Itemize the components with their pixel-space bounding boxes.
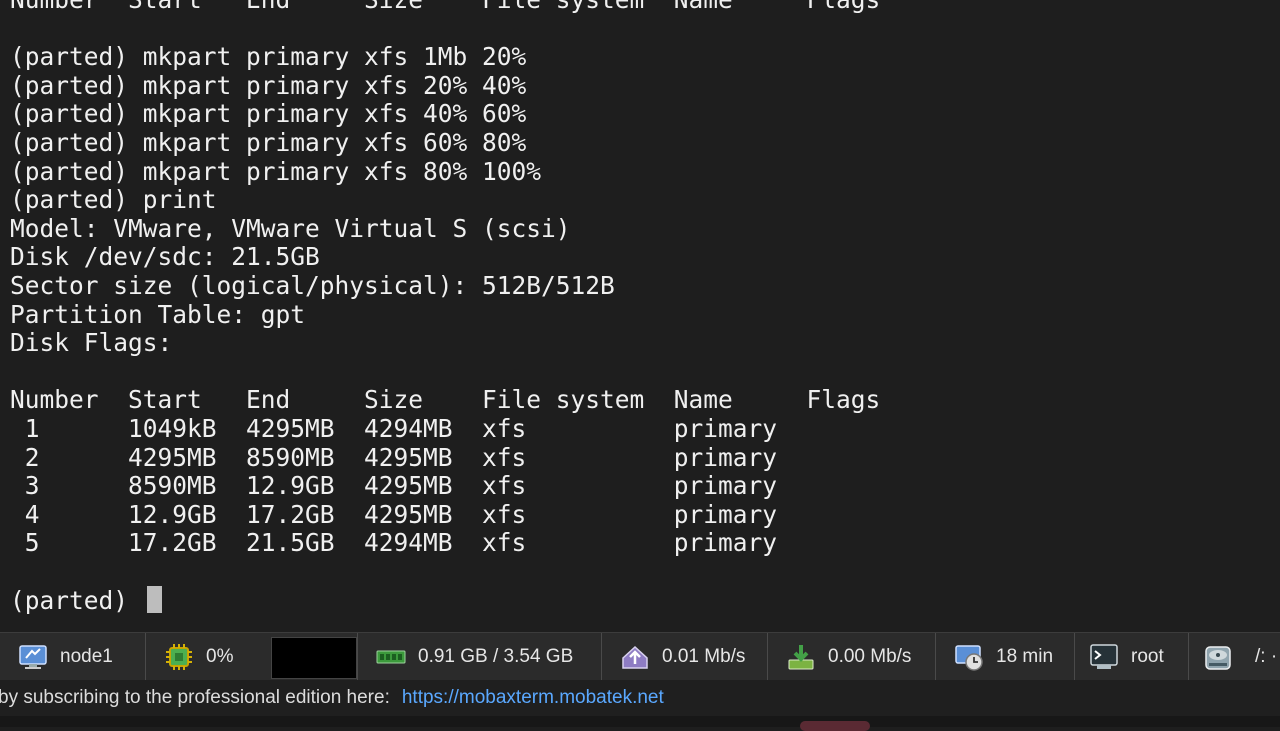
status-download[interactable]: 0.00 Mb/s — [768, 633, 936, 680]
terminal-line: (parted) mkpart primary xfs 60% 80% — [10, 127, 527, 157]
terminal-line: 3 8590MB 12.9GB 4295MB xfs primary — [10, 471, 778, 501]
terminal-line: (parted) mkpart primary xfs 40% 60% — [10, 99, 527, 129]
status-user[interactable]: root — [1075, 633, 1189, 680]
disk-label: /: · — [1255, 645, 1278, 667]
terminal-line: Disk /dev/sdc: 21.5GB — [10, 242, 320, 272]
terminal-line: Model: VMware, VMware Virtual S (scsi) — [10, 213, 571, 243]
terminal-cursor — [146, 586, 162, 614]
terminal-prompt-line[interactable]: (parted) — [10, 586, 880, 615]
status-uptime[interactable]: 18 min — [936, 633, 1075, 680]
status-memory[interactable]: 0.91 GB / 3.54 GB — [358, 633, 602, 680]
taskbar-fragment — [800, 721, 870, 731]
cpu-graph — [271, 637, 357, 679]
terminal-line: Number Start End Size File system Name F… — [10, 0, 880, 15]
host-label: node1 — [60, 645, 113, 667]
terminal-line: 4 12.9GB 17.2GB 4295MB xfs primary — [10, 499, 778, 529]
upload-icon — [622, 645, 648, 669]
status-cpu[interactable]: 0% — [146, 633, 358, 680]
terminal-line: Number Start End Size File system Name F… — [10, 385, 881, 415]
status-host[interactable]: node1 — [0, 633, 146, 680]
terminal-user-icon — [1090, 643, 1118, 669]
mobaxterm-link[interactable]: https://mobaxterm.mobatek.net — [402, 687, 664, 709]
terminal-line: 5 17.2GB 21.5GB 4294MB xfs primary — [10, 528, 778, 558]
user-label: root — [1131, 645, 1164, 667]
memory-label: 0.91 GB / 3.54 GB — [418, 645, 574, 667]
terminal-line: Partition Table: gpt — [10, 299, 306, 329]
monitor-icon — [19, 644, 47, 669]
terminal-line: Sector size (logical/physical): 512B/512… — [10, 270, 615, 300]
terminal-output: Number Start End Size File system Name F… — [10, 0, 880, 615]
status-upload[interactable]: 0.01 Mb/s — [602, 633, 768, 680]
status-bar: node1 0% 0.91 GB / 3.54 GB 0.01 Mb/s 0.0… — [0, 632, 1280, 680]
terminal-line: (parted) mkpart primary xfs 1Mb 20% — [10, 42, 527, 72]
terminal-prompt: (parted) — [10, 586, 143, 616]
cpu-chip-icon — [166, 643, 192, 670]
ram-icon — [376, 650, 406, 663]
terminal-line: 1 1049kB 4295MB 4294MB xfs primary — [10, 413, 778, 443]
terminal-line: (parted) mkpart primary xfs 80% 100% — [10, 156, 542, 186]
uptime-label: 18 min — [996, 645, 1054, 667]
terminal-line: (parted) mkpart primary xfs 20% 40% — [10, 70, 527, 100]
terminal-area[interactable]: Number Start End Size File system Name F… — [0, 0, 1280, 632]
info-bar: by subscribing to the professional editi… — [0, 680, 1280, 716]
hard-disk-icon — [1205, 645, 1231, 670]
terminal-line: 2 4295MB 8590MB 4295MB xfs primary — [10, 442, 778, 472]
window-bottom-edge — [0, 716, 1280, 731]
upload-label: 0.01 Mb/s — [662, 645, 746, 667]
download-label: 0.00 Mb/s — [828, 645, 912, 667]
status-disk[interactable]: /: · — [1189, 633, 1280, 680]
uptime-clock-icon — [955, 644, 983, 671]
terminal-line: (parted) print — [10, 185, 217, 215]
terminal-line: Disk Flags: — [10, 328, 173, 358]
cpu-label: 0% — [206, 645, 234, 667]
download-icon — [788, 644, 814, 669]
info-message: by subscribing to the professional editi… — [0, 687, 390, 708]
